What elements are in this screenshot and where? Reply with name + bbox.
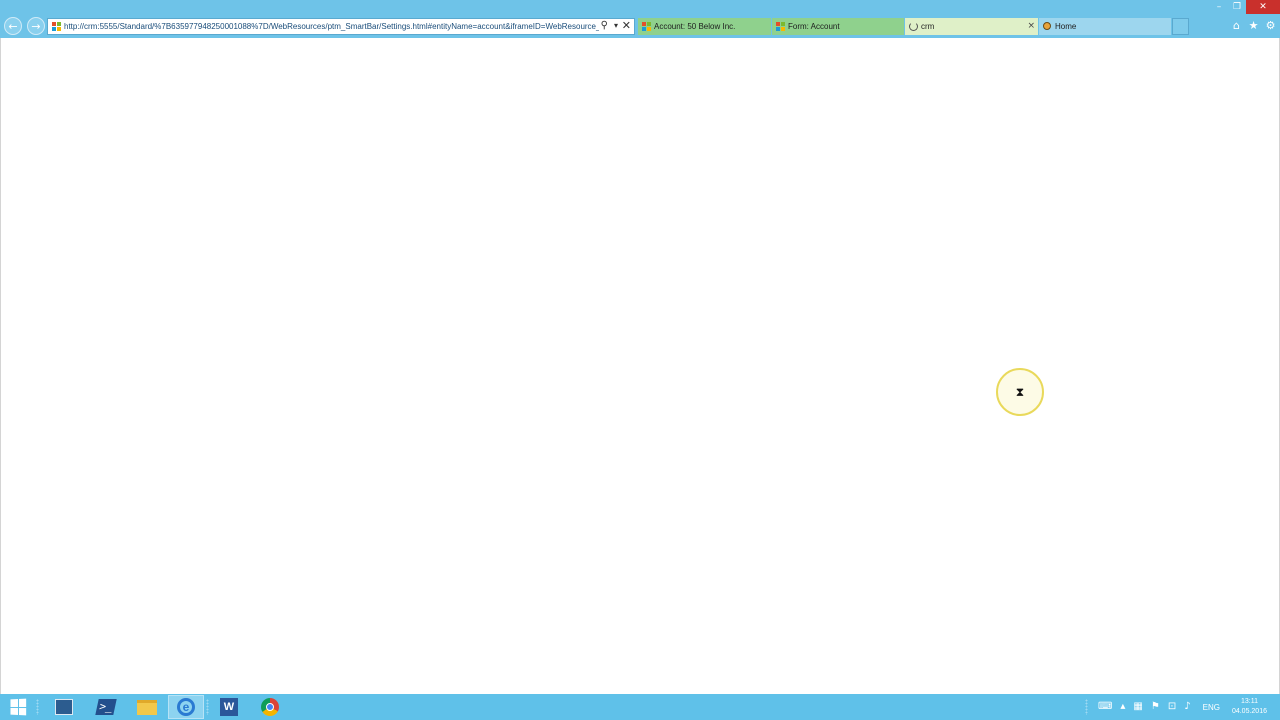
file-explorer-button[interactable]: [129, 695, 165, 719]
word-icon: W: [220, 698, 238, 716]
start-button[interactable]: [0, 695, 36, 719]
browser-toolbar: ← → http://crm:5555/Standard/%7B63597794…: [0, 14, 1280, 38]
back-button[interactable]: ←: [4, 17, 22, 35]
tab-label: Home: [1055, 22, 1077, 31]
show-hidden-icons-button[interactable]: ▴: [1116, 694, 1129, 720]
action-center-flag-icon[interactable]: ⚑: [1147, 694, 1164, 720]
dynamics-crm-icon: [776, 22, 785, 31]
taskbar-grip: [206, 699, 209, 715]
minimize-button[interactable]: –: [1210, 0, 1228, 14]
chrome-button[interactable]: [252, 695, 288, 719]
home-icon[interactable]: ⌂: [1231, 18, 1242, 34]
clock-time: 13:11: [1240, 698, 1258, 705]
network-icon[interactable]: ▦: [1129, 694, 1146, 720]
powershell-icon: >_: [95, 699, 117, 715]
forward-button[interactable]: →: [27, 17, 45, 35]
tab-home[interactable]: Home: [1039, 18, 1171, 35]
address-url[interactable]: http://crm:5555/Standard/%7B635977948250…: [64, 21, 599, 33]
internet-explorer-icon: e: [177, 698, 195, 716]
address-dropdown-icon[interactable]: ▾: [614, 21, 618, 30]
new-tab-button[interactable]: [1172, 18, 1189, 35]
server-manager-icon: [55, 699, 73, 715]
stop-loading-button[interactable]: ✕: [622, 19, 631, 32]
taskbar: >_ e W ⌨ ▴ ▦ ⚑ ⊡ ♪ ENG 13:11 04.05.2016: [0, 694, 1280, 720]
home-page-icon: [1043, 22, 1051, 30]
settings-gear-icon[interactable]: ⚙: [1265, 18, 1276, 34]
internet-explorer-button[interactable]: e: [168, 695, 204, 719]
tab-label: Account: 50 Below Inc.: [654, 22, 736, 31]
clock[interactable]: 13:11 04.05.2016: [1228, 697, 1280, 717]
close-window-button[interactable]: ✕: [1246, 0, 1280, 14]
search-icon[interactable]: ⚲: [601, 20, 608, 31]
word-button[interactable]: W: [211, 695, 247, 719]
folder-icon: [137, 699, 157, 715]
dynamics-crm-icon: [52, 22, 61, 31]
tab-account[interactable]: Account: 50 Below Inc.: [638, 18, 771, 35]
dynamics-crm-icon: [642, 22, 651, 31]
touch-keyboard-icon[interactable]: ⌨: [1094, 694, 1116, 720]
page-viewport[interactable]: [0, 38, 1280, 694]
tab-crm-active[interactable]: crm ×: [905, 18, 1038, 35]
powershell-button[interactable]: >_: [88, 695, 124, 719]
window-caption-bar[interactable]: – ❐ ✕: [0, 0, 1280, 14]
busy-hourglass-icon: ⧗: [1015, 385, 1025, 399]
address-bar[interactable]: http://crm:5555/Standard/%7B635977948250…: [47, 18, 635, 35]
window-controls: – ❐ ✕: [1210, 0, 1280, 14]
loading-spinner-icon: [909, 22, 918, 31]
tray-grip: [1084, 699, 1088, 715]
restore-button[interactable]: ❐: [1228, 0, 1246, 14]
browser-tool-icons: ⌂ ★ ⚙: [1231, 18, 1276, 34]
language-indicator[interactable]: ENG: [1195, 703, 1228, 712]
tab-label: crm: [921, 22, 935, 31]
windows-logo-icon: [10, 698, 27, 716]
system-tray: ⌨ ▴ ▦ ⚑ ⊡ ♪ ENG 13:11 04.05.2016: [1084, 694, 1280, 720]
favorites-star-icon[interactable]: ★: [1248, 18, 1259, 34]
server-manager-button[interactable]: [46, 695, 82, 719]
screen: – ❐ ✕ ← → http://crm:5555/Standard/%7B63…: [0, 0, 1280, 720]
speaker-icon[interactable]: ♪: [1180, 694, 1194, 720]
network-status-icon[interactable]: ⊡: [1164, 694, 1180, 720]
close-tab-button[interactable]: ×: [1027, 18, 1035, 35]
chrome-icon: [261, 698, 279, 716]
clock-date: 04.05.2016: [1231, 708, 1267, 715]
tab-label: Form: Account: [788, 22, 840, 31]
tab-form-account[interactable]: Form: Account: [772, 18, 904, 35]
taskbar-grip: [36, 699, 39, 715]
